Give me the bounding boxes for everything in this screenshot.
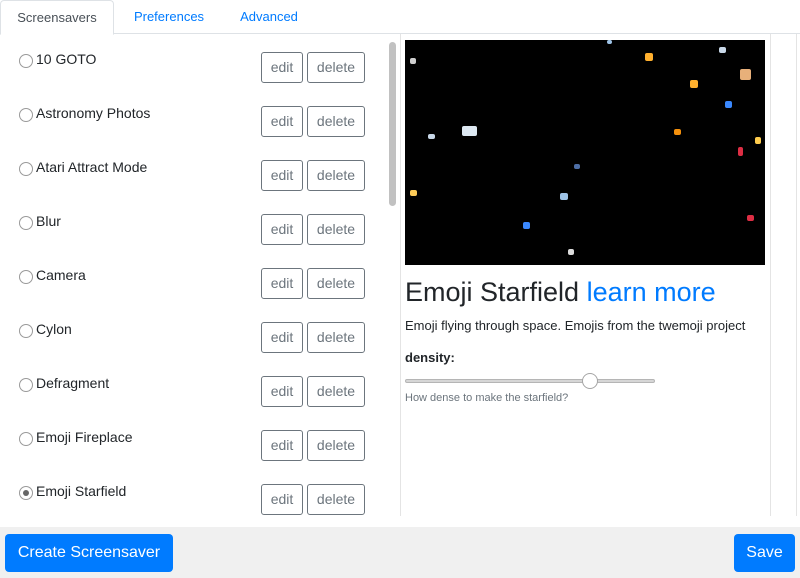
screensaver-name: Defragment — [36, 375, 110, 391]
window-edge — [796, 34, 797, 516]
screensaver-description: Emoji flying through space. Emojis from … — [405, 318, 746, 333]
emoji-icon — [738, 147, 743, 156]
delete-button[interactable]: delete — [307, 376, 365, 407]
screensaver-name: Emoji Starfield — [405, 277, 580, 307]
edit-button[interactable]: edit — [261, 160, 303, 191]
emoji-icon — [560, 193, 568, 200]
tab-preferences[interactable]: Preferences — [116, 0, 222, 34]
list-scrollbar[interactable] — [385, 36, 399, 516]
edit-button[interactable]: edit — [261, 484, 303, 515]
edit-button[interactable]: edit — [261, 376, 303, 407]
emoji-icon — [410, 58, 416, 64]
select-radio[interactable] — [19, 216, 33, 230]
edit-button[interactable]: edit — [261, 214, 303, 245]
delete-button[interactable]: delete — [307, 52, 365, 83]
density-help-text: How dense to make the starfield? — [405, 392, 569, 404]
screensaver-list: 10 GOTO edit delete Astronomy Photos edit del… — [0, 34, 400, 516]
edit-button[interactable]: edit — [261, 322, 303, 353]
list-item[interactable]: Astronomy Photos edit delete — [0, 88, 380, 142]
delete-button[interactable]: delete — [307, 322, 365, 353]
detail-pane: Emoji Starfield learn more Emoji flying … — [401, 34, 771, 516]
tab-bar: Screensavers Preferences Advanced — [0, 0, 800, 35]
delete-button[interactable]: delete — [307, 430, 365, 461]
select-radio[interactable] — [19, 54, 33, 68]
list-item[interactable]: 10 GOTO edit delete — [0, 34, 380, 88]
edit-button[interactable]: edit — [261, 52, 303, 83]
emoji-icon — [523, 222, 530, 229]
screensaver-name: Emoji Fireplace — [36, 429, 133, 445]
list-item[interactable]: Camera edit delete — [0, 250, 380, 304]
screensaver-name: Blur — [36, 213, 61, 229]
emoji-icon — [410, 190, 417, 196]
screensaver-preview — [405, 40, 765, 265]
select-radio[interactable] — [19, 486, 33, 500]
emoji-icon — [719, 47, 726, 53]
detail-title: Emoji Starfield learn more — [405, 277, 716, 308]
create-screensaver-button[interactable]: Create Screensaver — [5, 534, 173, 572]
select-radio[interactable] — [19, 432, 33, 446]
tab-advanced[interactable]: Advanced — [222, 0, 316, 34]
edit-button[interactable]: edit — [261, 430, 303, 461]
emoji-icon — [645, 53, 653, 61]
select-radio[interactable] — [19, 324, 33, 338]
delete-button[interactable]: delete — [307, 484, 365, 515]
emoji-icon — [607, 40, 612, 44]
list-item[interactable]: Cylon edit delete — [0, 304, 380, 358]
emoji-icon — [747, 215, 754, 221]
list-item[interactable]: Blur edit delete — [0, 196, 380, 250]
save-button[interactable]: Save — [734, 534, 795, 572]
select-radio[interactable] — [19, 162, 33, 176]
emoji-icon — [462, 126, 477, 136]
screensaver-name: Atari Attract Mode — [36, 159, 148, 175]
emoji-icon — [725, 101, 732, 108]
screensaver-name: Cylon — [36, 321, 72, 337]
list-scroll-thumb[interactable] — [389, 42, 396, 206]
footer-bar: Create Screensaver Save — [0, 527, 800, 578]
density-slider-handle[interactable] — [582, 373, 598, 389]
emoji-icon — [740, 69, 751, 80]
density-slider[interactable] — [405, 379, 655, 383]
list-item[interactable]: Atari Attract Mode edit delete — [0, 142, 380, 196]
delete-button[interactable]: delete — [307, 214, 365, 245]
delete-button[interactable]: delete — [307, 160, 365, 191]
emoji-icon — [674, 129, 681, 135]
screensaver-name: 10 GOTO — [36, 51, 97, 67]
list-item[interactable]: Emoji Fireplace edit delete — [0, 412, 380, 466]
learn-more-link[interactable]: learn more — [587, 277, 716, 307]
list-item[interactable]: Emoji Starfield edit delete — [0, 466, 380, 516]
emoji-icon — [574, 164, 580, 169]
emoji-icon — [428, 134, 435, 139]
emoji-icon — [690, 80, 698, 88]
screensaver-name: Camera — [36, 267, 86, 283]
delete-button[interactable]: delete — [307, 268, 365, 299]
list-item[interactable]: Defragment edit delete — [0, 358, 380, 412]
detail-scrollbar[interactable] — [770, 34, 788, 516]
select-radio[interactable] — [19, 378, 33, 392]
select-radio[interactable] — [19, 108, 33, 122]
edit-button[interactable]: edit — [261, 268, 303, 299]
emoji-icon — [568, 249, 574, 255]
screensaver-name: Emoji Starfield — [36, 483, 127, 499]
select-radio[interactable] — [19, 270, 33, 284]
density-label: density: — [405, 350, 455, 365]
screensaver-name: Astronomy Photos — [36, 105, 151, 121]
edit-button[interactable]: edit — [261, 106, 303, 137]
emoji-icon — [755, 137, 761, 144]
tab-screensavers[interactable]: Screensavers — [0, 0, 114, 35]
delete-button[interactable]: delete — [307, 106, 365, 137]
